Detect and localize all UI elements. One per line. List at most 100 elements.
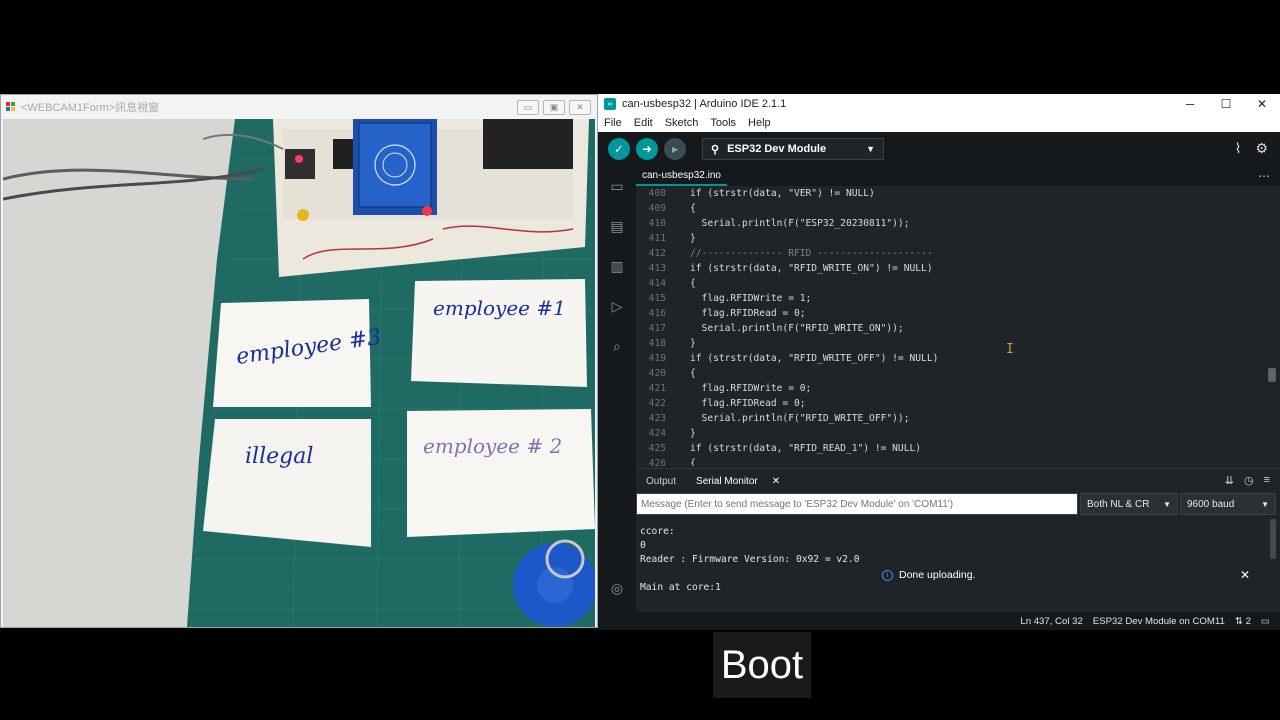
- code-text: //-------------- RFID ------------------…: [690, 248, 933, 259]
- code-text: {: [690, 458, 696, 466]
- profile-icon[interactable]: ◎: [598, 568, 636, 608]
- tab-output[interactable]: Output: [636, 476, 686, 487]
- line-number: 422: [648, 398, 666, 409]
- code-line: 426 {: [636, 456, 1280, 466]
- line-number: 413: [648, 263, 666, 274]
- tab-serial-monitor[interactable]: Serial Monitor: [686, 476, 768, 487]
- board-port: ESP32 Dev Module on COM11: [1092, 615, 1225, 627]
- baud-value: 9600 baud: [1187, 498, 1235, 510]
- serial-line: ccore:: [640, 526, 675, 537]
- truncated-line: ˙˙˙˙˙˙˙˙˙˙: [640, 517, 689, 524]
- line-number: 418: [648, 338, 666, 349]
- sketchbook-icon[interactable]: ▭: [598, 166, 636, 206]
- video-caption: Boot: [713, 632, 811, 698]
- code-text: Serial.println(F("ESP32_20230811"));: [690, 218, 910, 229]
- menu-file[interactable]: File: [604, 117, 622, 129]
- arduino-logo-icon: ∞: [604, 98, 616, 110]
- webcam-window: <WEBCAM1Form>訊息視窗 ▭ ▣ ✕ employee #3 empl…: [0, 94, 598, 628]
- board-selector[interactable]: ⚲ ESP32 Dev Module ▼: [702, 138, 884, 160]
- code-text: flag.RFIDWrite = 0;: [690, 383, 812, 394]
- close-icon[interactable]: ✕: [772, 476, 780, 487]
- code-line: 418}: [636, 336, 1280, 351]
- line-number: 411: [648, 233, 666, 244]
- line-number: 410: [648, 218, 666, 229]
- line-number: 417: [648, 323, 666, 334]
- app-icon: [5, 101, 17, 113]
- toolbar: ✓ ➜ ▸ ⚲ ESP32 Dev Module ▼ ⌇ ⚙: [598, 132, 1280, 166]
- serial-message-input[interactable]: [636, 493, 1078, 515]
- line-number: 424: [648, 428, 666, 439]
- status-bar: Ln 437, Col 32 ESP32 Dev Module on COM11…: [598, 612, 1280, 630]
- board-name: ESP32 Dev Module: [727, 143, 827, 155]
- file-tab[interactable]: can-usbesp32.ino: [636, 166, 727, 186]
- code-text: Serial.println(F("RFID_WRITE_ON"));: [690, 323, 904, 334]
- serial-line: 0: [640, 540, 646, 551]
- verify-button[interactable]: ✓: [608, 138, 630, 160]
- notifications-badge[interactable]: ⇅ 2: [1235, 616, 1251, 627]
- code-line: 423 Serial.println(F("RFID_WRITE_OFF"));: [636, 411, 1280, 426]
- debug-icon[interactable]: ▷: [598, 286, 636, 326]
- code-line: 411}: [636, 231, 1280, 246]
- card-employee-1-text: employee #1: [433, 296, 566, 320]
- toast-text: Done uploading.: [899, 569, 976, 581]
- search-icon[interactable]: ⌕: [598, 326, 636, 366]
- code-editor[interactable]: 408 if (strstr(data, "VER") != NULL) 409 {4…: [636, 186, 1280, 466]
- menu-edit[interactable]: Edit: [634, 117, 653, 129]
- close-icon[interactable]: ✕: [1240, 568, 1250, 582]
- menu-help[interactable]: Help: [748, 117, 771, 129]
- clear-output-icon[interactable]: ≡: [1264, 474, 1270, 487]
- close-button[interactable]: ✕: [569, 100, 591, 115]
- timestamp-icon[interactable]: ◷: [1244, 474, 1254, 487]
- maximize-icon[interactable]: ☐: [1208, 94, 1244, 114]
- code-text: }: [690, 338, 696, 349]
- editor-scrollbar[interactable]: [1268, 368, 1276, 382]
- line-number: 426: [648, 458, 666, 466]
- code-line: 417 Serial.println(F("RFID_WRITE_ON"));: [636, 321, 1280, 336]
- boards-manager-icon[interactable]: ▤: [598, 206, 636, 246]
- upload-notification: i Done uploading. ✕: [874, 563, 1260, 587]
- line-number: 425: [648, 443, 666, 454]
- autoscroll-icon[interactable]: ⇊: [1225, 474, 1234, 487]
- code-line: 412 //-------------- RFID ---------------…: [636, 246, 1280, 261]
- code-line: 422 flag.RFIDRead = 0;: [636, 396, 1280, 411]
- menu-sketch[interactable]: Sketch: [665, 117, 699, 129]
- serial-monitor-icon[interactable]: ⚙: [1255, 140, 1268, 157]
- chevron-down-icon: ▼: [866, 144, 875, 154]
- minimize-button[interactable]: ▭: [517, 100, 539, 115]
- line-ending-select[interactable]: Both NL & CR ▼: [1080, 493, 1178, 515]
- output-scrollbar[interactable]: [1270, 519, 1276, 559]
- code-line: 415 flag.RFIDWrite = 1;: [636, 291, 1280, 306]
- code-line: 414 {: [636, 276, 1280, 291]
- info-icon: i: [882, 569, 893, 581]
- panel-toggle-icon[interactable]: ▭: [1261, 616, 1270, 627]
- menu-tools[interactable]: Tools: [710, 117, 736, 129]
- more-icon[interactable]: ⋯: [1258, 169, 1270, 183]
- chevron-down-icon: ▼: [1261, 499, 1269, 509]
- cursor-position: Ln 437, Col 32: [1020, 615, 1083, 627]
- code-line: 425 if (strstr(data, "RFID_READ_1") != NU…: [636, 441, 1280, 456]
- line-number: 416: [648, 308, 666, 319]
- code-text: flag.RFIDRead = 0;: [690, 308, 806, 319]
- line-number: 423: [648, 413, 666, 424]
- code-text: }: [690, 428, 696, 439]
- debug-button[interactable]: ▸: [664, 138, 686, 160]
- minimize-icon[interactable]: ─: [1172, 94, 1208, 114]
- code-line: 420 {: [636, 366, 1280, 381]
- code-text: Serial.println(F("RFID_WRITE_OFF"));: [690, 413, 910, 424]
- close-icon[interactable]: ✕: [1244, 94, 1280, 114]
- serial-output: ˙˙˙˙˙˙˙˙˙˙ ccore: 0 Reader : Firmware Vers…: [636, 517, 1280, 611]
- maximize-button[interactable]: ▣: [543, 100, 565, 115]
- code-text: if (strstr(data, "RFID_WRITE_OFF") != NU…: [690, 353, 939, 364]
- serial-plotter-icon[interactable]: ⌇: [1235, 140, 1242, 157]
- code-line: 421 flag.RFIDWrite = 0;: [636, 381, 1280, 396]
- library-manager-icon[interactable]: ▥: [598, 246, 636, 286]
- code-text: }: [690, 233, 696, 244]
- code-text: {: [690, 278, 696, 289]
- upload-button[interactable]: ➜: [636, 138, 658, 160]
- notification-count: 2: [1245, 615, 1251, 627]
- webcam-title: <WEBCAM1Form>訊息視窗: [21, 102, 160, 114]
- side-rail: ▭ ▤ ▥ ▷ ⌕ ◎: [598, 166, 636, 612]
- chevron-down-icon: ▼: [1163, 499, 1171, 509]
- bottom-panel: Output Serial Monitor ✕ ⇊ ◷ ≡ Both NL & …: [636, 468, 1280, 612]
- baud-select[interactable]: 9600 baud ▼: [1180, 493, 1276, 515]
